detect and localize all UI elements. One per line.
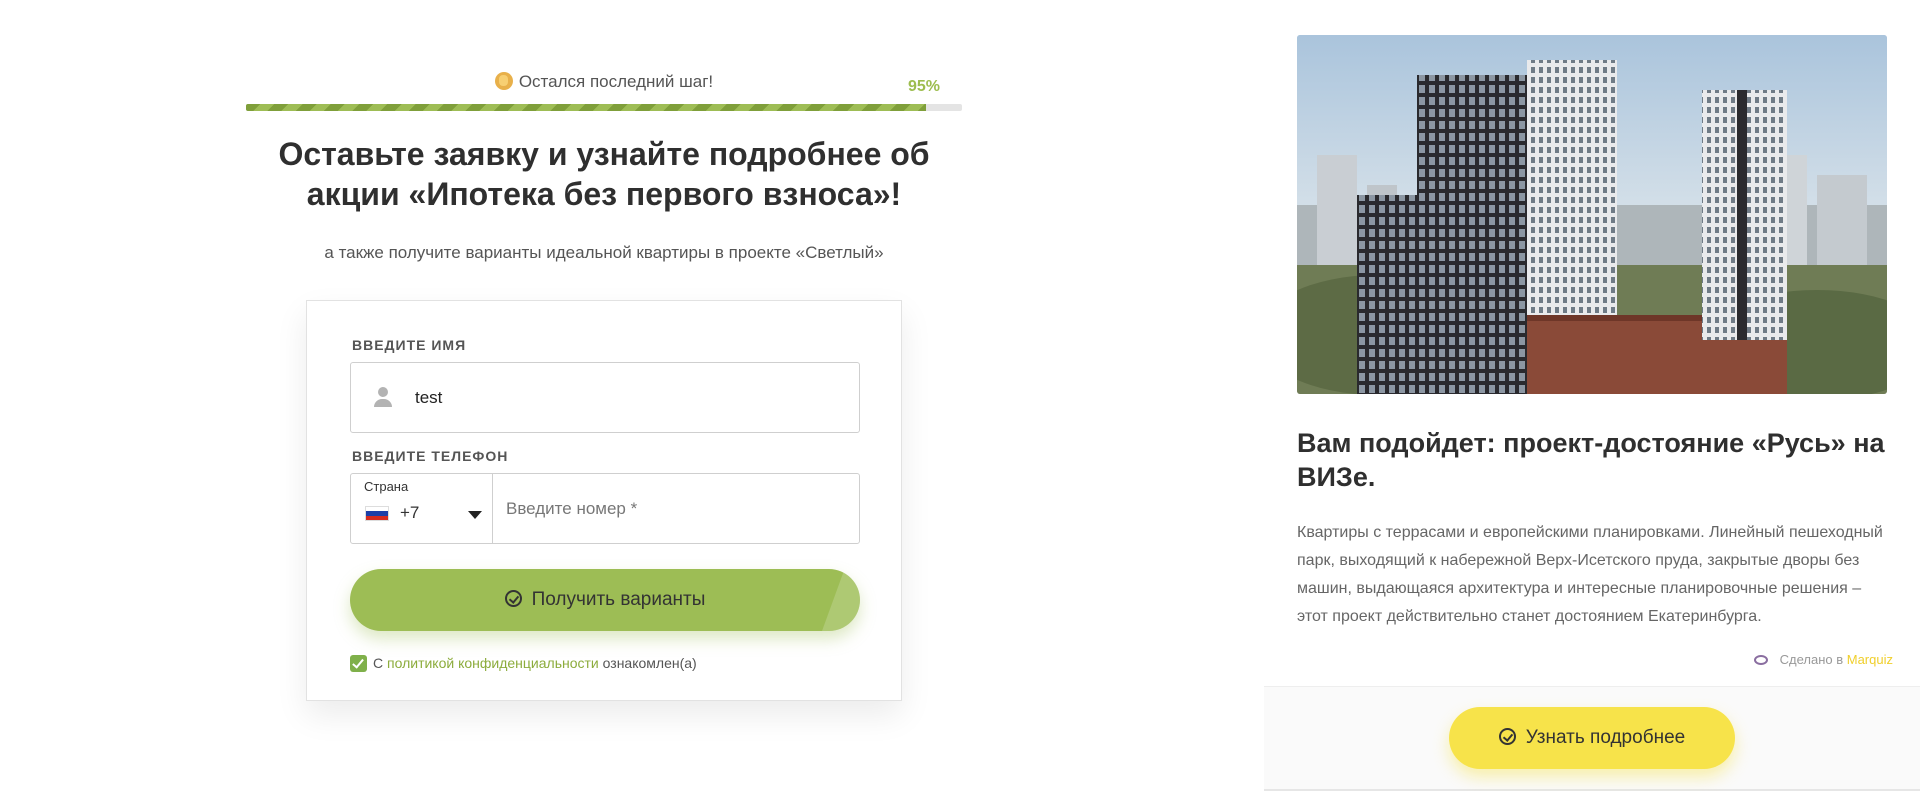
name-input[interactable]: [415, 363, 845, 432]
chevron-down-icon[interactable]: [468, 511, 482, 519]
project-description: Квартиры с террасами и европейскими план…: [1297, 524, 1883, 625]
page-title: Оставьте заявку и узнайте подробнее об а…: [278, 136, 930, 212]
check-circle-icon: [504, 590, 522, 607]
made-by-credit[interactable]: Сделано в Marquiz: [1753, 652, 1893, 667]
check-circle-icon: [1498, 728, 1516, 745]
privacy-consent: С политикой конфиденциальности ознакомле…: [350, 655, 697, 672]
page-subtitle: а также получите варианты идеальной квар…: [324, 243, 884, 262]
progress-section: Остался последний шаг! 95%: [246, 70, 962, 120]
name-field[interactable]: [350, 362, 860, 433]
consent-checkbox[interactable]: [350, 655, 367, 672]
eye-icon: [1753, 655, 1768, 665]
progress-label: Остался последний шаг!: [246, 72, 962, 92]
russia-flag-icon: [365, 506, 389, 521]
marquiz-brand[interactable]: Marquiz: [1847, 652, 1893, 667]
hand-emoji-icon: [494, 72, 513, 90]
name-field-label: Введите имя: [352, 337, 467, 353]
progress-bar-fill: [246, 104, 927, 111]
quiz-form-panel: Остался последний шаг! 95% Оставьте заяв…: [0, 0, 1264, 791]
dial-code: +7: [400, 503, 420, 522]
building-photo: [1297, 35, 1887, 394]
promo-panel: Вам подойдет: проект-достояние «Русь» на…: [1264, 0, 1920, 791]
project-title: Вам подойдет: проект-достояние «Русь» на…: [1297, 428, 1885, 492]
promo-footer: Узнать подробнее: [1264, 686, 1920, 791]
learn-more-button[interactable]: Узнать подробнее: [1449, 707, 1735, 769]
phone-field-label: Введите телефон: [352, 448, 509, 464]
country-select[interactable]: Страна +7: [351, 474, 493, 543]
progress-percent: 95%: [908, 78, 941, 95]
get-options-button[interactable]: Получить варианты: [350, 569, 860, 631]
progress-bar: [246, 104, 962, 111]
lead-form: Введите имя Введите телефон Страна +7 По…: [306, 300, 902, 701]
phone-input[interactable]: [506, 474, 846, 543]
country-select-label: Страна: [364, 479, 409, 494]
consent-prefix: С: [373, 655, 384, 671]
consent-suffix: ознакомлен(а): [602, 655, 697, 671]
phone-field: Страна +7: [350, 473, 860, 544]
user-icon: [371, 385, 395, 409]
privacy-policy-link[interactable]: политикой конфиденциальности: [387, 655, 599, 671]
